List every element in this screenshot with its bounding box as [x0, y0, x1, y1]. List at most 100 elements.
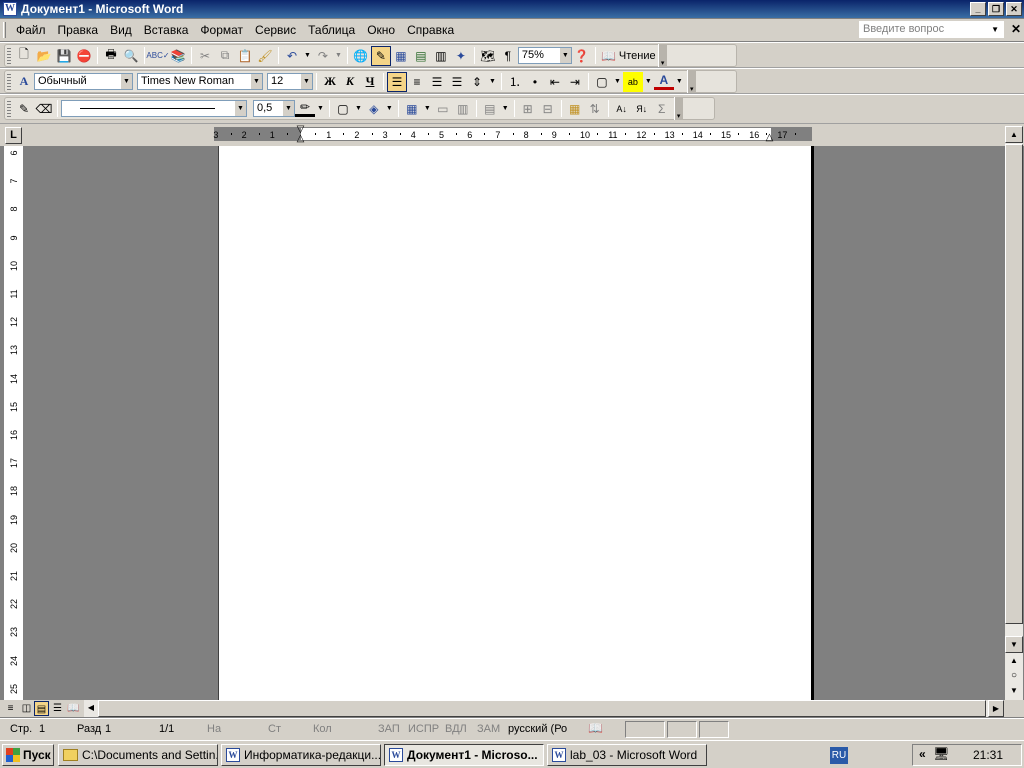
next-page-icon[interactable]: ▼ — [1005, 683, 1023, 700]
border-color-dropdown-icon[interactable]: ▼ — [317, 105, 324, 112]
styles-formatting-icon[interactable]: A — [14, 72, 34, 92]
distribute-columns-icon[interactable]: ⊟ — [538, 99, 558, 119]
toolbar-options-icon[interactable]: ▾ — [657, 44, 667, 67]
minimize-button[interactable]: _ — [970, 2, 986, 16]
vertical-ruler[interactable]: 6 7 8 9 10 11 12 13 14 15 16 17 18 19 20 21 22 23 24 25 — [4, 146, 24, 700]
table-autoformat-icon[interactable]: ▦ — [565, 99, 585, 119]
document-map-icon[interactable]: 🗺 — [478, 46, 498, 66]
bold-button[interactable]: Ж — [320, 72, 340, 92]
chevron-down-icon[interactable]: ▼ — [300, 74, 312, 89]
style-select[interactable]: Обычный ▼ — [34, 73, 133, 90]
clock[interactable]: 21:31 — [973, 748, 1003, 762]
normal-view-icon[interactable]: ≡ — [3, 701, 18, 716]
align-cell-dropdown-icon[interactable]: ▼ — [502, 105, 509, 112]
toolbar-options-icon[interactable]: ▾ — [686, 70, 696, 93]
menu-edit[interactable]: Правка — [52, 21, 105, 39]
right-indent-marker-icon[interactable]: △ — [765, 132, 774, 143]
taskbar-item-explorer[interactable]: C:\Documents and Settin... — [58, 744, 218, 766]
menu-file[interactable]: Файл — [10, 21, 52, 39]
insert-table-icon[interactable]: ▦ — [402, 99, 422, 119]
redo-dropdown-icon[interactable]: ▼ — [335, 52, 342, 59]
tray-expand-icon[interactable]: « — [919, 747, 926, 761]
outside-border-icon[interactable]: ▢ — [333, 99, 353, 119]
document-close-icon[interactable]: ✕ — [1011, 22, 1021, 36]
text-direction-icon[interactable]: ⇅ — [585, 99, 605, 119]
borders-dropdown-icon[interactable]: ▼ — [614, 78, 621, 85]
justify-icon[interactable]: ☰ — [447, 72, 467, 92]
chevron-down-icon[interactable]: ▼ — [120, 74, 132, 89]
print-icon[interactable]: 🖶 — [101, 46, 121, 66]
shading-color-icon[interactable]: ◈ — [364, 99, 384, 119]
line-style-select[interactable]: ▼ — [61, 100, 247, 117]
help-icon[interactable]: ❓ — [572, 46, 592, 66]
toolbar-grip[interactable] — [7, 47, 11, 64]
restore-button[interactable]: ❐ — [988, 2, 1004, 16]
increase-indent-icon[interactable]: ⇥ — [565, 72, 585, 92]
reading-button[interactable]: Чтение — [619, 50, 656, 62]
start-button[interactable]: Пуск — [2, 744, 54, 766]
status-rec[interactable]: ЗАП — [378, 723, 400, 735]
line-weight-select[interactable]: 0,5 ▼ — [253, 100, 295, 117]
taskbar-item-document1[interactable]: W Документ1 - Microso... — [384, 744, 544, 766]
network-icon[interactable]: 🖥 — [933, 746, 950, 762]
menu-insert[interactable]: Вставка — [138, 21, 195, 39]
line-spacing-icon[interactable]: ⇕ — [467, 72, 487, 92]
horizontal-scroll-thumb[interactable] — [98, 700, 986, 717]
align-cell-icon[interactable]: ▤ — [480, 99, 500, 119]
menu-help[interactable]: Справка — [401, 21, 460, 39]
scroll-down-icon[interactable]: ▼ — [1005, 636, 1023, 653]
insert-excel-icon[interactable]: ▤ — [411, 46, 431, 66]
show-formatting-icon[interactable]: ¶ — [498, 46, 518, 66]
web-view-icon[interactable]: ◫ — [19, 701, 34, 716]
ask-question-input[interactable]: Введите вопрос ▼ — [859, 21, 1004, 38]
menu-format[interactable]: Формат — [194, 21, 249, 39]
scroll-up-icon[interactable]: ▲ — [1005, 126, 1023, 143]
outside-border-dropdown-icon[interactable]: ▼ — [355, 105, 362, 112]
new-document-icon[interactable]: 🗋 — [14, 46, 34, 66]
line-spacing-dropdown-icon[interactable]: ▼ — [489, 78, 496, 85]
cut-icon[interactable]: ✂ — [195, 46, 215, 66]
vertical-scrollbar[interactable]: ▲ ▼ ▲ ○ ▼ — [1005, 126, 1023, 700]
sort-descending-icon[interactable]: Я↓ — [632, 99, 652, 119]
drawing-icon[interactable]: ✦ — [451, 46, 471, 66]
research-icon[interactable]: 📚 — [168, 46, 188, 66]
paste-icon[interactable]: 📋 — [235, 46, 255, 66]
toolbar-options-icon[interactable]: ▾ — [673, 97, 683, 120]
menu-view[interactable]: Вид — [104, 21, 138, 39]
menu-grip[interactable] — [3, 22, 6, 38]
chevron-down-icon[interactable]: ▼ — [558, 48, 571, 63]
permission-icon[interactable]: ⛔ — [74, 46, 94, 66]
zoom-select[interactable]: 75% ▼ — [517, 47, 572, 64]
horizontal-ruler[interactable]: 3 2 1 1 2 3 4 5 6 7 8 9 10 11 12 13 14 15 16 17 ▽ △ △ — [213, 125, 812, 144]
merge-cells-icon[interactable]: ▭ — [433, 99, 453, 119]
status-trk[interactable]: ИСПР — [408, 723, 439, 735]
menu-window[interactable]: Окно — [361, 21, 401, 39]
undo-dropdown-icon[interactable]: ▼ — [304, 52, 311, 59]
font-color-icon[interactable]: A — [653, 73, 674, 90]
status-language[interactable]: русский (Ро — [508, 723, 567, 735]
taskbar-item-lab03[interactable]: W lab_03 - Microsoft Word — [547, 744, 707, 766]
reading-view-icon[interactable]: 📖 — [66, 701, 81, 716]
numbering-icon[interactable]: ⒈ — [505, 72, 525, 92]
menu-tools[interactable]: Сервис — [249, 21, 302, 39]
columns-icon[interactable]: ▥ — [431, 46, 451, 66]
print-layout-view-icon[interactable]: ▤ — [34, 701, 49, 716]
chevron-down-icon[interactable]: ▼ — [234, 101, 246, 116]
status-ovr[interactable]: ЗАМ — [477, 723, 500, 735]
underline-button[interactable]: Ч — [360, 72, 380, 92]
print-preview-icon[interactable]: 🔍 — [121, 46, 141, 66]
menu-table[interactable]: Таблица — [302, 21, 361, 39]
book-icon[interactable]: 📖 — [599, 46, 619, 66]
spelling-icon[interactable]: ABC✓ — [146, 46, 169, 66]
split-cells-icon[interactable]: ▥ — [453, 99, 473, 119]
sort-ascending-icon[interactable]: A↓ — [612, 99, 632, 119]
italic-button[interactable]: К — [340, 72, 360, 92]
scroll-left-icon[interactable]: ◀ — [84, 700, 98, 717]
tab-stop-selector[interactable]: L — [5, 127, 22, 144]
copy-icon[interactable]: ⧉ — [215, 46, 235, 66]
toolbar-grip[interactable] — [7, 73, 11, 90]
distribute-rows-icon[interactable]: ⊞ — [518, 99, 538, 119]
chevron-down-icon[interactable]: ▼ — [991, 22, 999, 37]
highlight-dropdown-icon[interactable]: ▼ — [645, 78, 652, 85]
highlight-icon[interactable]: ab — [622, 71, 643, 92]
